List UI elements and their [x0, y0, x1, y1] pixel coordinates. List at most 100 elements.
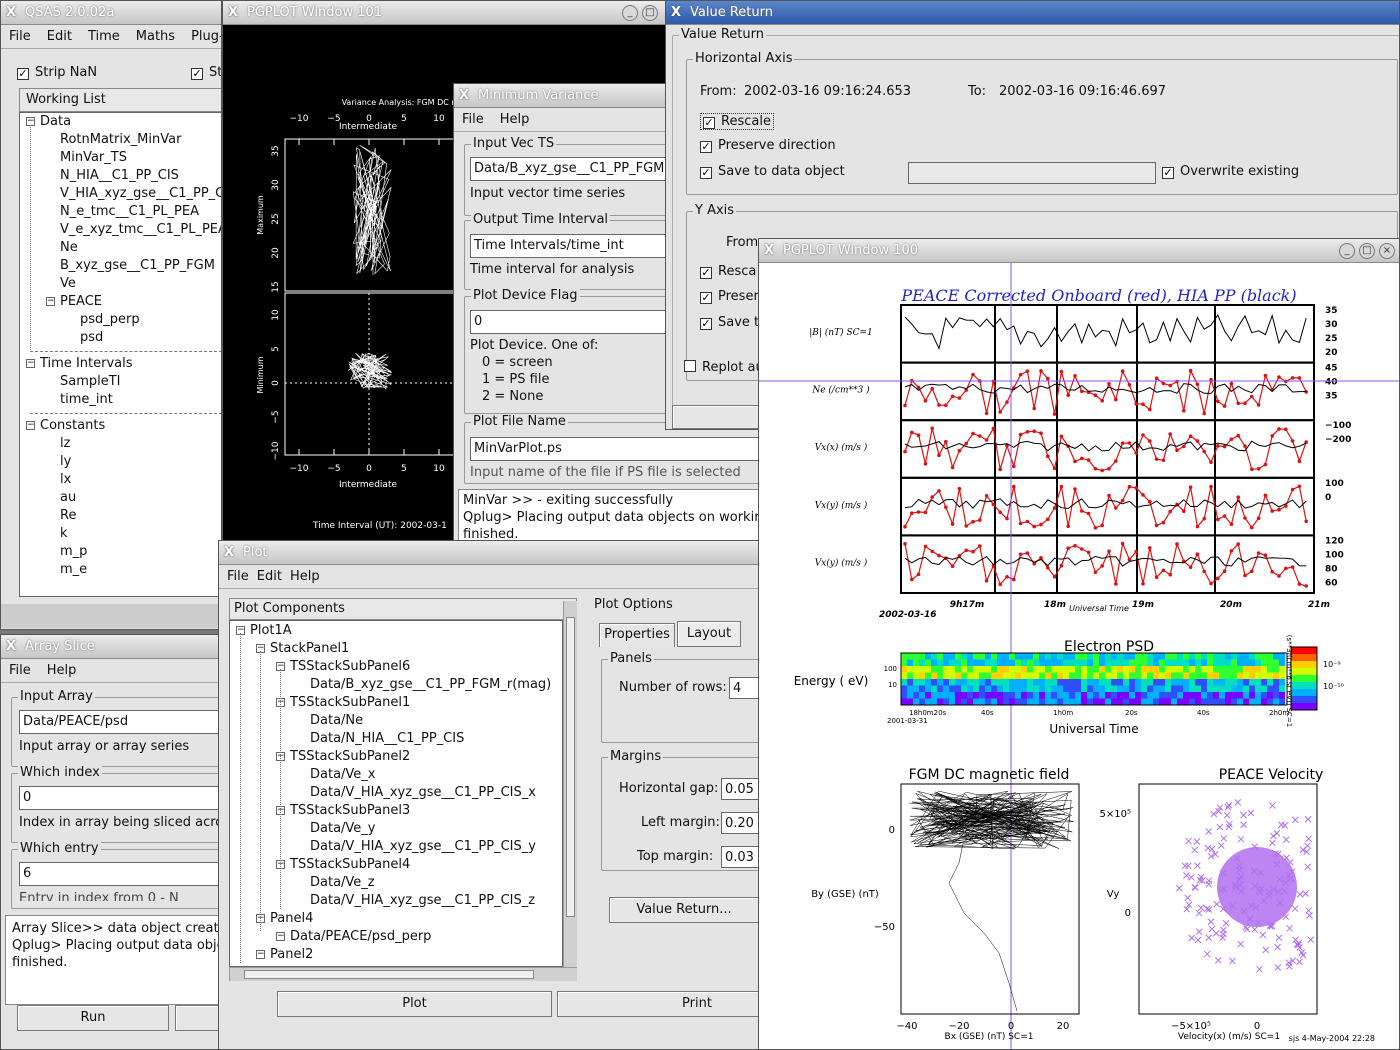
- tab-layout[interactable]: Layout: [677, 621, 741, 647]
- tree-item[interactable]: m_e: [60, 561, 87, 579]
- tree-item[interactable]: Data/N_HIA__C1_PP_CIS: [310, 730, 464, 748]
- tree-item[interactable]: Data/Ne: [310, 712, 363, 730]
- working-list-tree[interactable]: Data − RotnMatrix_MinVar MinVar_TS N_HIA__C1…: [19, 112, 221, 597]
- menu-file[interactable]: File: [227, 565, 249, 588]
- tree-hscrollbar[interactable]: [229, 967, 577, 981]
- tree-item[interactable]: Data/Ve_y: [310, 820, 376, 838]
- input-array-field[interactable]: Data/PEACE/psd: [19, 710, 221, 734]
- tree-item[interactable]: psd: [80, 329, 103, 347]
- tree-item[interactable]: TSStackSubPanel2: [290, 748, 410, 766]
- top-margin-field[interactable]: 0.03: [721, 846, 761, 868]
- tree-item[interactable]: TSStackSubPanel1: [290, 694, 410, 712]
- tree-item[interactable]: Data/Ve_z: [310, 874, 375, 892]
- tree-item[interactable]: time_int: [60, 391, 113, 409]
- tree-item[interactable]: psd_perp: [80, 311, 140, 329]
- plot-file-field[interactable]: MinVarPlot.ps: [470, 437, 767, 461]
- menu-time[interactable]: Time: [88, 25, 120, 48]
- menu-plugins[interactable]: Plug-: [191, 25, 221, 48]
- pgplot-100-titlebar[interactable]: X PGPLOT Window 100 _ □ ×: [759, 239, 1399, 263]
- preserve-direction-checkbox[interactable]: ✓ Preserve direction: [700, 138, 836, 153]
- tree-item[interactable]: PEACE: [60, 293, 102, 311]
- hgap-field[interactable]: 0.05: [721, 778, 761, 800]
- tree-item[interactable]: Data: [40, 113, 71, 131]
- tree-item[interactable]: N_e_tmc__C1_PL_PEA: [60, 203, 199, 221]
- tree-item[interactable]: Data/PEACE/psd_perp: [290, 928, 431, 946]
- collapse-icon[interactable]: −: [26, 359, 35, 368]
- tree-item[interactable]: lx: [60, 471, 71, 489]
- tree-item[interactable]: TSStackSubPanel4: [290, 856, 410, 874]
- minimize-icon[interactable]: _: [622, 5, 638, 21]
- print-button[interactable]: Print: [557, 991, 762, 1017]
- tree-item[interactable]: Plot1A: [250, 622, 292, 640]
- menu-edit[interactable]: Edit: [257, 565, 282, 588]
- tree-item[interactable]: Panel4: [270, 910, 313, 928]
- tree-item[interactable]: TSStackSubPanel6: [290, 658, 410, 676]
- minimize-icon[interactable]: _: [1339, 243, 1355, 259]
- qsas-titlebar[interactable]: X QSAS 2.0.02a: [1, 1, 221, 25]
- tree-item[interactable]: N_HIA__C1_PP_CIS: [60, 167, 179, 185]
- run-button[interactable]: Run: [17, 1005, 169, 1031]
- tree-item[interactable]: Panel2: [270, 946, 313, 964]
- tree-item[interactable]: MinVar_TS: [60, 149, 127, 167]
- array-slice-titlebar[interactable]: X Array Slice: [1, 635, 221, 659]
- tree-item[interactable]: RotnMatrix_MinVar: [60, 131, 181, 149]
- strip-checkbox-2[interactable]: ✓ St: [191, 65, 221, 80]
- value-return-button[interactable]: Value Return...: [609, 897, 759, 923]
- y-preserve-checkbox[interactable]: ✓ Preser: [700, 289, 759, 304]
- tree-item[interactable]: TSStackSubPanel3: [290, 802, 410, 820]
- tree-item[interactable]: Constants: [40, 417, 105, 435]
- tree-item[interactable]: B_xyz_gse__C1_PP_FGM: [60, 257, 215, 275]
- plot-titlebar[interactable]: X Plot: [219, 541, 762, 565]
- value-return-titlebar[interactable]: X Value Return: [666, 1, 1399, 25]
- tree-item[interactable]: lz: [60, 435, 70, 453]
- tree-item[interactable]: Data/V_HIA_xyz_gse__C1_PP_CIS_x: [310, 784, 536, 802]
- tab-properties[interactable]: Properties: [599, 623, 675, 647]
- collapse-icon[interactable]: −: [26, 421, 35, 430]
- tree-item[interactable]: Ve: [60, 275, 76, 293]
- menu-file[interactable]: File: [462, 108, 484, 131]
- collapse-icon[interactable]: −: [276, 932, 285, 941]
- tree-item[interactable]: au: [60, 489, 76, 507]
- tree-item[interactable]: V_e_xyz_tmc__C1_PL_PEA: [60, 221, 221, 239]
- tree-item[interactable]: SampleTI: [60, 373, 121, 391]
- menu-file[interactable]: File: [9, 659, 31, 682]
- collapse-icon[interactable]: −: [256, 950, 265, 959]
- menu-edit[interactable]: Edit: [47, 25, 72, 48]
- left-margin-field[interactable]: 0.20: [721, 812, 761, 834]
- maximize-icon[interactable]: □: [642, 5, 658, 21]
- collapse-icon[interactable]: −: [46, 297, 55, 306]
- tree-item[interactable]: Data/B_xyz_gse__C1_PP_FGM_r(mag): [310, 676, 551, 694]
- tree-vscrollbar[interactable]: [563, 601, 577, 967]
- tree-item[interactable]: m_p: [60, 543, 87, 561]
- tree-item[interactable]: Ne: [60, 239, 78, 257]
- menu-maths[interactable]: Maths: [136, 25, 175, 48]
- tree-item[interactable]: StackPanel1: [270, 640, 349, 658]
- y-rescale-checkbox[interactable]: ✓ Resca: [700, 264, 756, 279]
- close-icon[interactable]: ×: [1379, 243, 1395, 259]
- y-save-checkbox[interactable]: ✓ Save t: [700, 315, 759, 330]
- plot-button[interactable]: Plot: [277, 991, 552, 1017]
- tree-item[interactable]: Re: [60, 507, 76, 525]
- menu-help[interactable]: Help: [500, 108, 530, 131]
- overwrite-existing-checkbox[interactable]: ✓ Overwrite existing: [1162, 164, 1299, 179]
- tree-item[interactable]: Time Intervals: [40, 355, 133, 373]
- tree-item[interactable]: Data/V_HIA_xyz_gse__C1_PP_CIS_y: [310, 838, 536, 856]
- plot-components-tree[interactable]: Plot1A − StackPanel1− TSStackSubPanel6− Data…: [229, 620, 563, 967]
- pgplot-101-titlebar[interactable]: X PGPLOT Window 101 _ □: [223, 1, 666, 25]
- maximize-icon[interactable]: □: [1359, 243, 1375, 259]
- tree-item[interactable]: Data/Ve_x: [310, 766, 376, 784]
- menu-help[interactable]: Help: [290, 565, 320, 588]
- strip-nan-checkbox[interactable]: ✓ Strip NaN: [17, 65, 97, 80]
- close-button[interactable]: [175, 1005, 221, 1031]
- save-to-data-object-checkbox[interactable]: ✓ Save to data object: [700, 164, 845, 179]
- menu-help[interactable]: Help: [47, 659, 77, 682]
- tree-item[interactable]: Data/V_HIA_xyz_gse__C1_PP_CIS_z: [310, 892, 535, 910]
- tree-item[interactable]: ly: [60, 453, 71, 471]
- tree-item[interactable]: k: [60, 525, 68, 543]
- rescale-checkbox[interactable]: ✓ Rescale: [700, 113, 774, 130]
- which-index-field[interactable]: 0: [19, 786, 221, 810]
- which-entry-field[interactable]: 6: [19, 862, 221, 886]
- menu-file[interactable]: File: [9, 25, 31, 48]
- scroll-thumb[interactable]: [566, 617, 575, 917]
- save-object-name-field[interactable]: [908, 162, 1156, 184]
